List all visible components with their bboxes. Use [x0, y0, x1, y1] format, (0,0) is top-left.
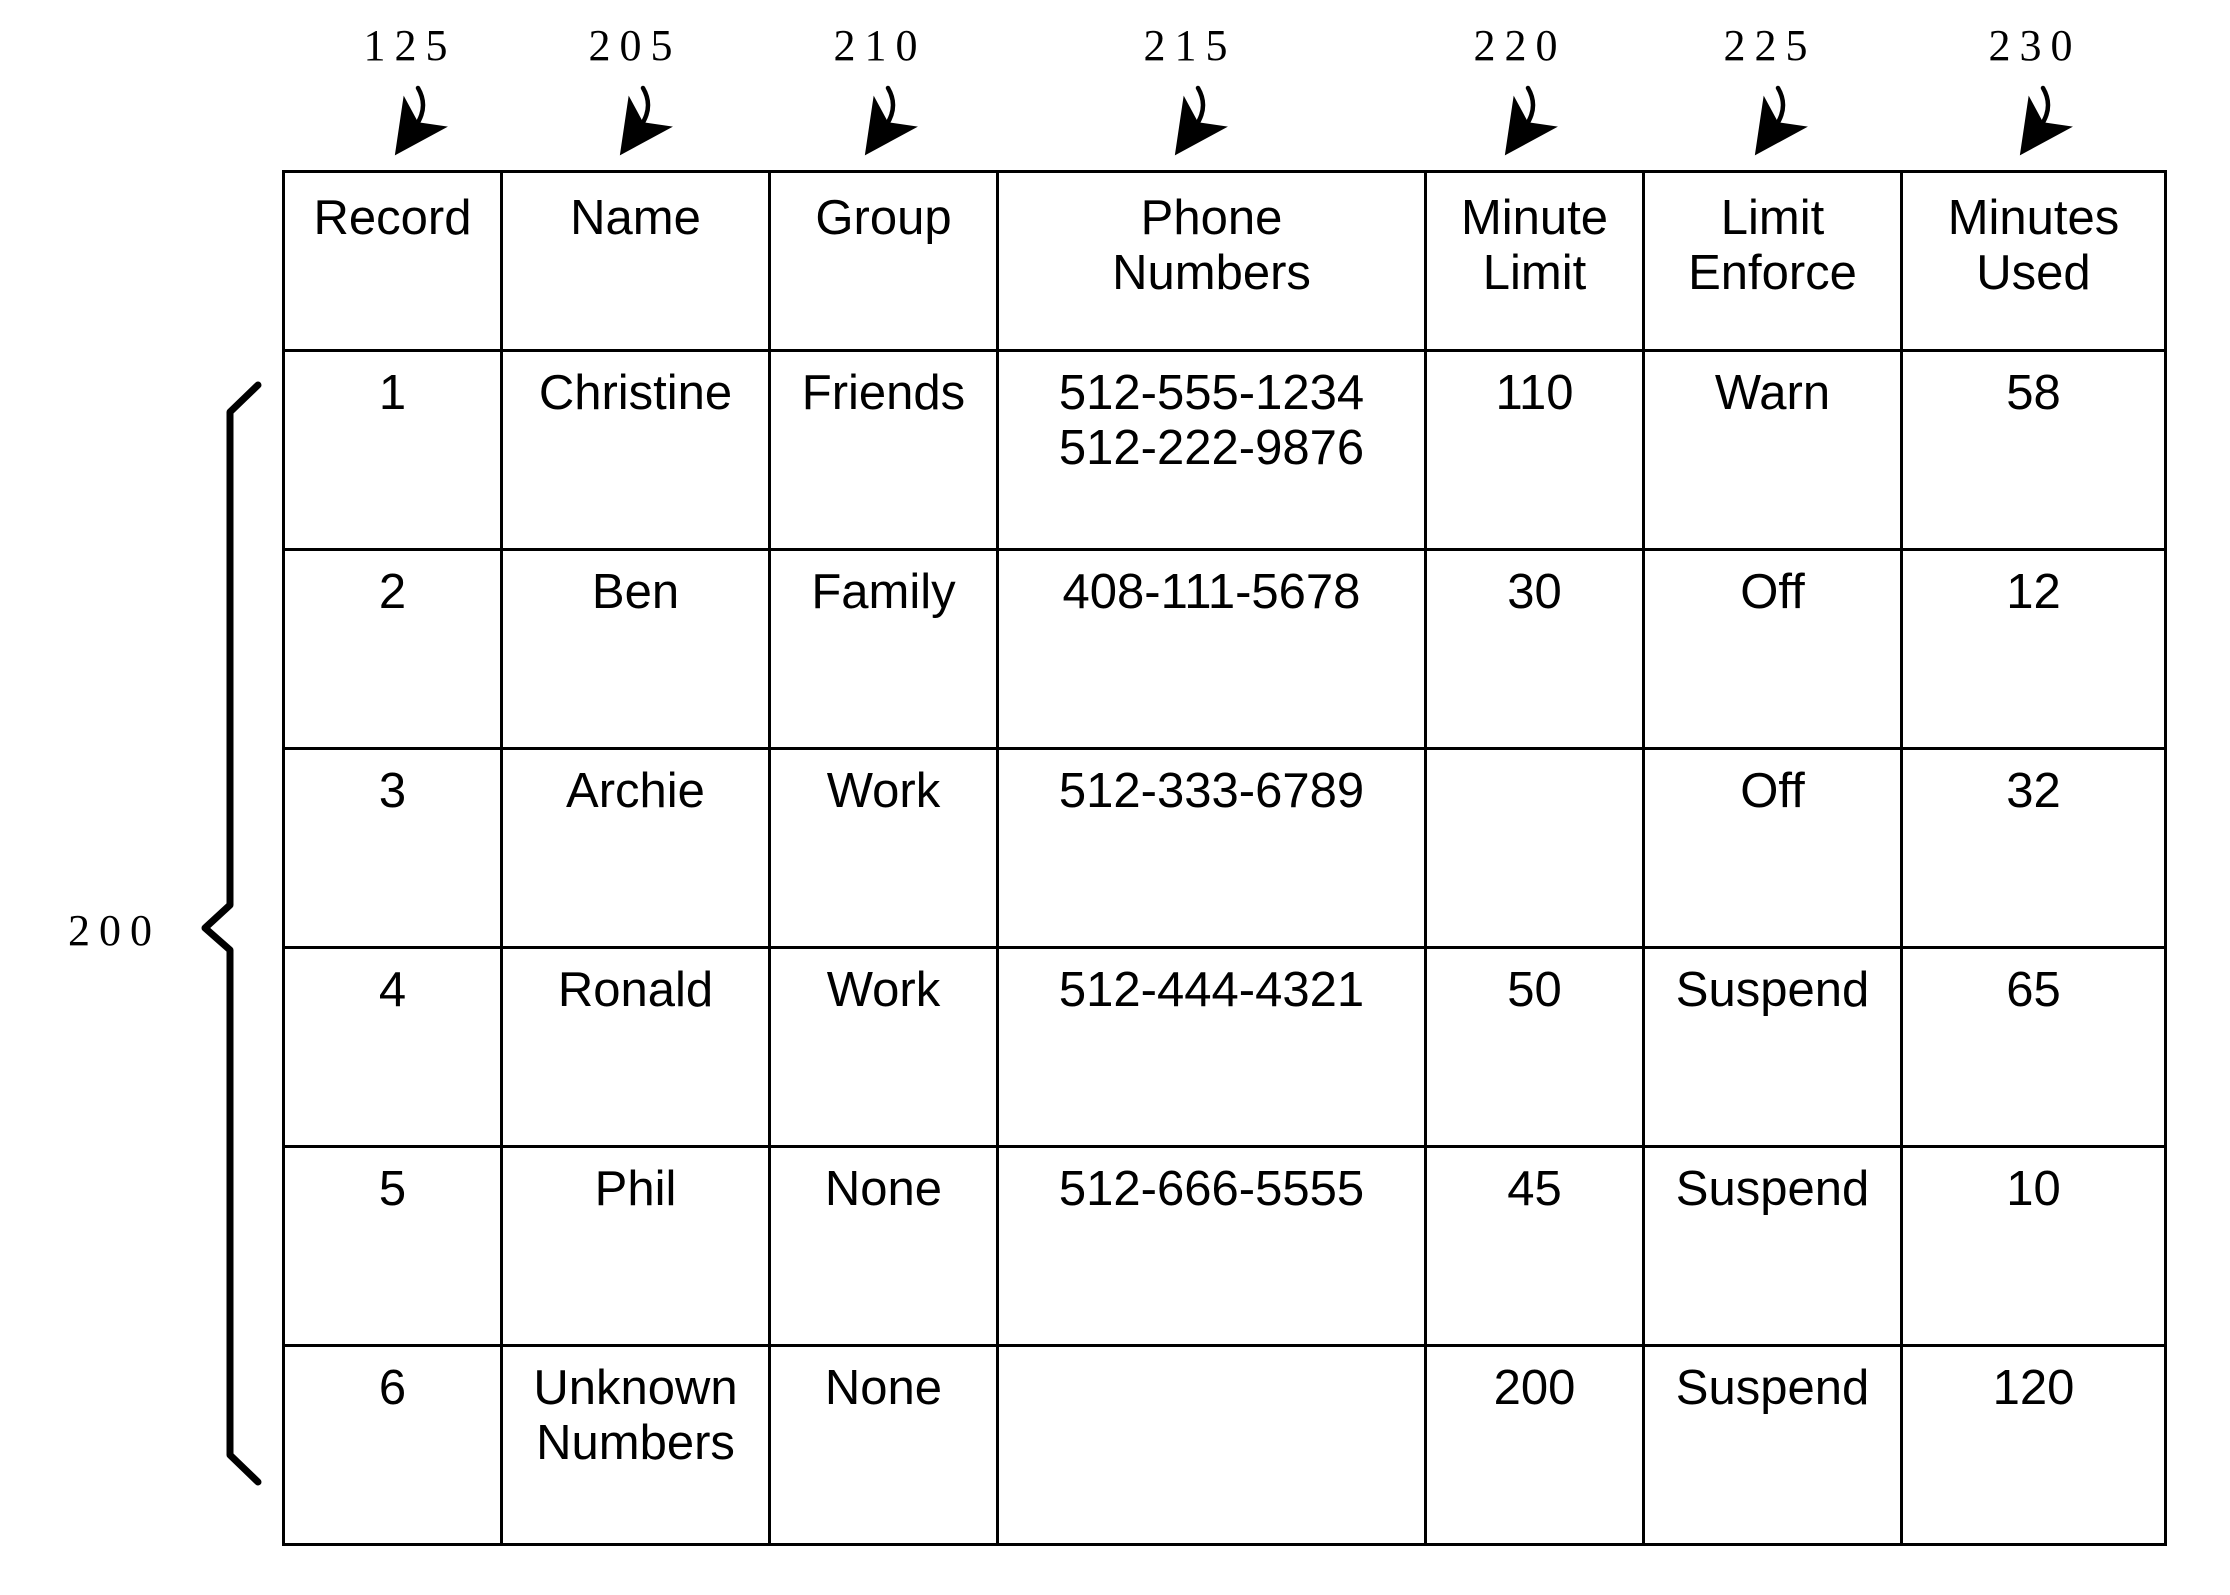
table-row: 1 Christine Friends 512-555-1234 512-222…	[282, 349, 2167, 551]
cell-phone-numbers: 512-444-4321	[996, 946, 1427, 1148]
table-row: 6 Unknown Numbers None 200 Suspend 120	[282, 1344, 2167, 1546]
cell-minutes-used: 10	[1900, 1145, 2167, 1347]
column-header-name: Name	[500, 170, 771, 352]
cell-minutes-used: 65	[1900, 946, 2167, 1148]
cell-record: 1	[282, 349, 503, 551]
column-header-group: Group	[768, 170, 999, 352]
column-header-record: Record	[282, 170, 503, 352]
phone-number: 512-333-6789	[1058, 764, 1365, 818]
patent-figure: 125 205 210 215 220 225 230 200 Record N…	[0, 0, 2230, 1595]
table-row: 5 Phil None 512-666-5555 45 Suspend 10	[282, 1145, 2167, 1347]
cell-group: Work	[768, 946, 999, 1148]
cell-group: Work	[768, 747, 999, 949]
callout-number-125: 125	[363, 21, 457, 70]
cell-group: Friends	[768, 349, 999, 551]
name-line: Phil	[594, 1162, 677, 1216]
cell-limit-enforce: Suspend	[1642, 1344, 1903, 1546]
cell-minute-limit	[1424, 747, 1645, 949]
name-line: Numbers	[536, 1415, 735, 1470]
cell-name: Christine	[500, 349, 771, 551]
callout-number-215: 215	[1143, 21, 1237, 70]
column-header-limit-enforce: Limit Enforce	[1642, 170, 1903, 352]
header-line: Phone	[1140, 191, 1283, 245]
header-line: Name	[570, 191, 701, 245]
leader-line-205	[619, 85, 673, 156]
header-line: Minutes	[1947, 191, 2120, 245]
call-restriction-table: Record Name Group Phone Numbers Minute L…	[282, 170, 2167, 1546]
cell-group: Family	[768, 548, 999, 750]
leader-line-125	[394, 85, 448, 156]
cell-minutes-used: 32	[1900, 747, 2167, 949]
cell-limit-enforce: Off	[1642, 747, 1903, 949]
leader-line-215	[1174, 85, 1228, 156]
cell-name: Ben	[500, 548, 771, 750]
table-header-row: Record Name Group Phone Numbers Minute L…	[282, 170, 2167, 352]
column-header-minutes-used: Minutes Used	[1900, 170, 2167, 352]
phone-number: 512-666-5555	[1058, 1162, 1365, 1216]
cell-phone-numbers	[996, 1344, 1427, 1546]
cell-phone-numbers: 512-333-6789	[996, 747, 1427, 949]
cell-name: Phil	[500, 1145, 771, 1347]
cell-name: Unknown Numbers	[500, 1344, 771, 1546]
phone-number: 512-222-9876	[1058, 420, 1365, 475]
phone-number: 408-111-5678	[1062, 565, 1361, 619]
header-line: Used	[1976, 245, 2091, 300]
cell-minutes-used: 120	[1900, 1344, 2167, 1546]
header-line: Limit	[1482, 245, 1587, 300]
header-line: Limit	[1720, 191, 1825, 245]
cell-phone-numbers: 408-111-5678	[996, 548, 1427, 750]
name-line: Ronald	[557, 963, 714, 1017]
callout-number-220: 220	[1473, 21, 1567, 70]
cell-phone-numbers: 512-666-5555	[996, 1145, 1427, 1347]
cell-minutes-used: 12	[1900, 548, 2167, 750]
cell-phone-numbers: 512-555-1234 512-222-9876	[996, 349, 1427, 551]
cell-group: None	[768, 1344, 999, 1546]
cell-minute-limit: 200	[1424, 1344, 1645, 1546]
cell-name: Ronald	[500, 946, 771, 1148]
callout-number-230: 230	[1988, 21, 2082, 70]
cell-limit-enforce: Off	[1642, 548, 1903, 750]
cell-minute-limit: 30	[1424, 548, 1645, 750]
leader-line-220	[1504, 85, 1558, 156]
header-line: Enforce	[1688, 245, 1857, 300]
cell-record: 3	[282, 747, 503, 949]
table-row: 2 Ben Family 408-111-5678 30 Off 12	[282, 548, 2167, 750]
phone-number: 512-444-4321	[1058, 963, 1365, 1017]
header-line: Minute	[1460, 191, 1609, 245]
callout-number-210: 210	[833, 21, 927, 70]
cell-group: None	[768, 1145, 999, 1347]
cell-record: 4	[282, 946, 503, 1148]
cell-minute-limit: 110	[1424, 349, 1645, 551]
name-line: Ben	[591, 565, 680, 619]
cell-minute-limit: 45	[1424, 1145, 1645, 1347]
cell-limit-enforce: Suspend	[1642, 1145, 1903, 1347]
table-row: 4 Ronald Work 512-444-4321 50 Suspend 65	[282, 946, 2167, 1148]
cell-record: 5	[282, 1145, 503, 1347]
cell-minute-limit: 50	[1424, 946, 1645, 1148]
name-line: Christine	[538, 366, 733, 420]
phone-number: 512-555-1234	[1058, 366, 1365, 420]
cell-limit-enforce: Suspend	[1642, 946, 1903, 1148]
cell-minutes-used: 58	[1900, 349, 2167, 551]
leader-line-210	[864, 85, 918, 156]
header-line: Group	[815, 191, 952, 245]
header-line: Record	[313, 191, 472, 245]
callout-number-200: 200	[68, 906, 161, 955]
callout-number-225: 225	[1723, 21, 1817, 70]
column-header-phone-numbers: Phone Numbers	[996, 170, 1427, 352]
cell-name: Archie	[500, 747, 771, 949]
leader-line-230	[2019, 85, 2073, 156]
cell-record: 2	[282, 548, 503, 750]
cell-limit-enforce: Warn	[1642, 349, 1903, 551]
cell-record: 6	[282, 1344, 503, 1546]
name-line: Unknown	[533, 1361, 738, 1415]
callout-number-205: 205	[588, 21, 682, 70]
header-line: Numbers	[1112, 245, 1311, 300]
leader-line-225	[1754, 85, 1808, 156]
table-row: 3 Archie Work 512-333-6789 Off 32	[282, 747, 2167, 949]
name-line: Archie	[566, 764, 705, 818]
column-header-minute-limit: Minute Limit	[1424, 170, 1645, 352]
row-group-brace-200	[201, 381, 262, 1486]
